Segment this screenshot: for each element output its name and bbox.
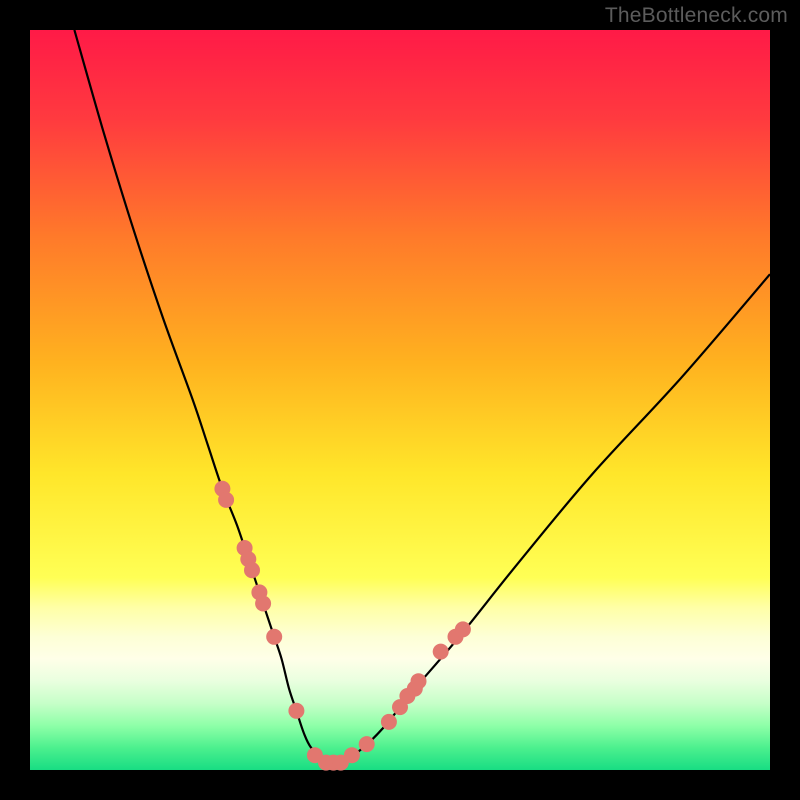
- data-point-marker: [411, 673, 427, 689]
- data-point-marker: [455, 621, 471, 637]
- data-point-marker: [244, 562, 260, 578]
- bottleneck-curve: [74, 30, 770, 764]
- data-point-marker: [433, 644, 449, 660]
- watermark-text: TheBottleneck.com: [605, 4, 788, 28]
- data-point-marker: [288, 703, 304, 719]
- data-point-marker: [359, 736, 375, 752]
- data-point-marker: [255, 596, 271, 612]
- data-point-marker: [218, 492, 234, 508]
- data-point-marker: [266, 629, 282, 645]
- data-point-marker: [381, 714, 397, 730]
- chart-frame: TheBottleneck.com: [0, 0, 800, 800]
- data-point-marker: [344, 747, 360, 763]
- chart-overlay: [30, 30, 770, 770]
